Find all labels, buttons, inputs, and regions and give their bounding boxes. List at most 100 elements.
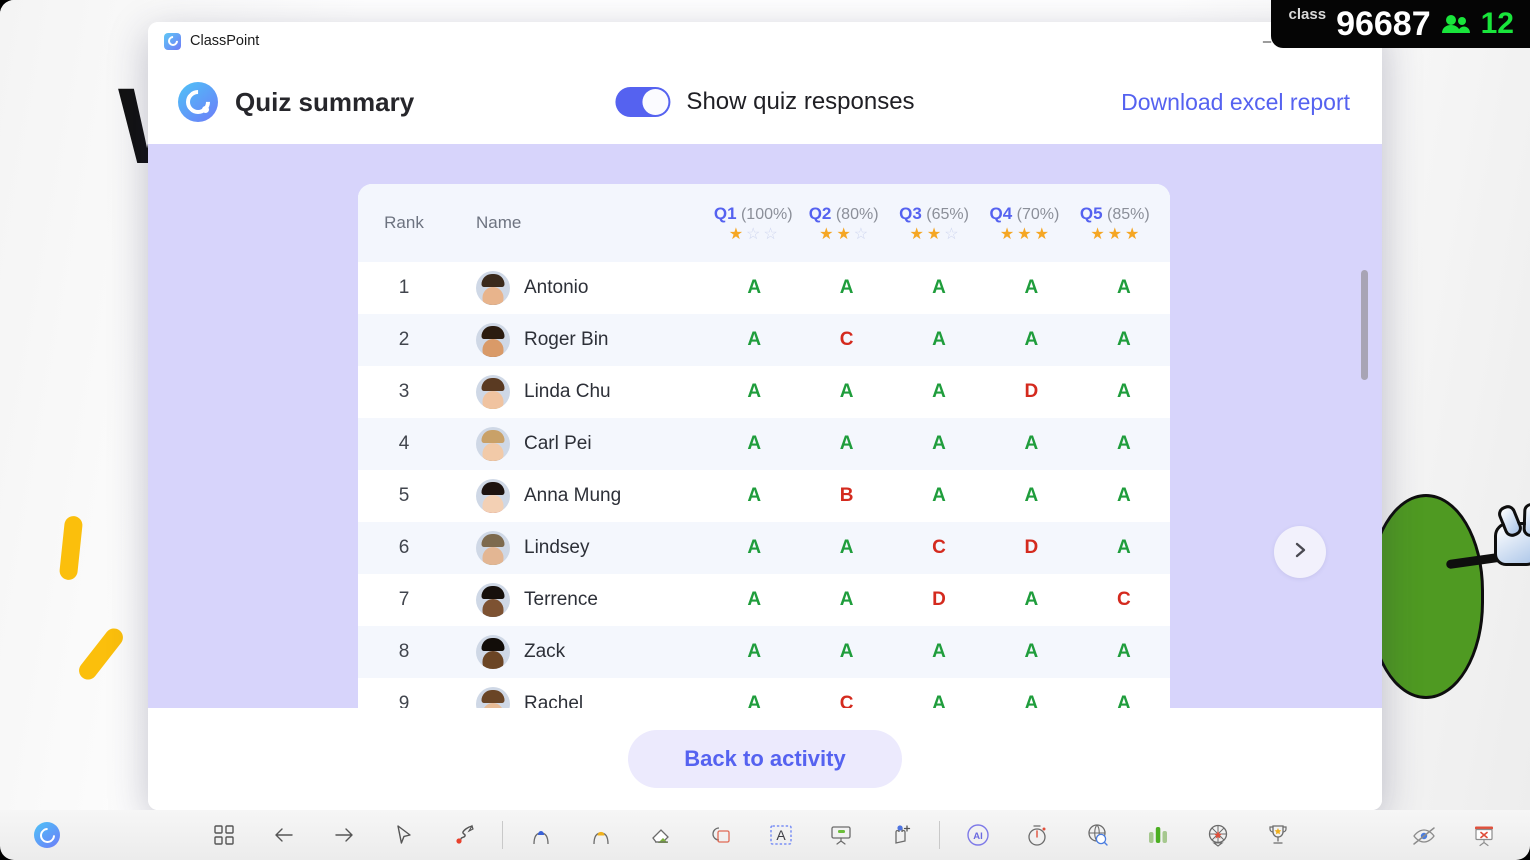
drag-add-icon[interactable] [871,810,931,860]
toolbar-main-group: A AI [194,810,1308,860]
window-titlebar: ClassPoint – □ ✕ [148,22,1382,60]
star-filled-icon: ★ [819,227,833,243]
arrow-left-icon[interactable] [254,810,314,860]
question-percent: (100%) [737,206,793,223]
chevron-right-icon [1290,540,1310,565]
star-empty-icon: ☆ [763,227,777,243]
answer-cell: A [1078,329,1170,351]
bar-chart-icon[interactable] [1128,810,1188,860]
cursor-pointer-icon[interactable] [374,810,434,860]
browser-search-icon[interactable] [1068,810,1128,860]
answer-cell: A [708,485,800,507]
answer-cell: A [1078,433,1170,455]
table-row: 7TerrenceAADAC [358,574,1170,626]
answer-cell: A [893,641,985,663]
back-to-activity-button[interactable]: Back to activity [628,730,901,788]
next-page-button[interactable] [1274,526,1326,578]
arrow-right-icon[interactable] [314,810,374,860]
timer-icon[interactable] [1008,810,1068,860]
star-filled-icon: ★ [836,227,850,243]
spinner-wheel-icon[interactable] [1188,810,1248,860]
avatar [476,583,510,617]
text-box-icon[interactable]: A [751,810,811,860]
rank-value: 5 [358,485,450,507]
rank-value: 3 [358,381,450,403]
table-row: 1AntonioAAAAA [358,262,1170,314]
answer-cell: A [800,537,892,559]
answer-cell: D [893,589,985,611]
table-body: 1AntonioAAAAA2Roger BinACAAA3Linda ChuAA… [358,262,1170,708]
laser-pointer-icon[interactable] [434,810,494,860]
answer-cell: A [1078,277,1170,299]
star-filled-icon: ★ [1035,227,1049,243]
grid-slides-icon[interactable] [194,810,254,860]
participant-name: Rachel [524,693,583,708]
participant-name: Lindsey [524,537,590,559]
svg-text:AI: AI [973,831,983,842]
difficulty-stars: ★★★ [1090,227,1139,243]
download-excel-report-link[interactable]: Download excel report [1121,89,1350,116]
table-row: 5Anna MungABAAA [358,470,1170,522]
question-label: Q4 (70%) [990,204,1060,224]
question-percent: (85%) [1103,206,1150,223]
shapes-icon[interactable] [691,810,751,860]
avatar [476,375,510,409]
question-label: Q5 (85%) [1080,204,1150,224]
avatar [476,635,510,669]
column-header-q5: Q5 (85%) ★★★ [1070,204,1160,243]
page-title: Quiz summary [235,87,414,118]
avatar [476,427,510,461]
answer-cell: A [800,381,892,403]
question-id: Q1 [714,204,737,223]
answer-cell: A [893,381,985,403]
people-icon [1441,13,1471,35]
pen-blue-icon[interactable] [511,810,571,860]
answer-cell: A [893,485,985,507]
show-quiz-responses-toggle[interactable] [615,87,670,117]
avatar [476,687,510,708]
avatar [476,271,510,305]
answer-cell: A [800,589,892,611]
participant-cell: Carl Pei [450,427,708,461]
column-header-q3: Q3 (65%)★★☆ [889,204,979,243]
question-id: Q5 [1080,204,1103,223]
table-row: 6LindseyAACDA [358,522,1170,574]
rank-value: 9 [358,693,450,708]
column-header-q1: Q1 (100%)★☆☆ [708,204,798,243]
character-hand-icon [1494,522,1530,566]
class-code-value: 96687 [1336,7,1431,41]
class-code-badge[interactable]: class 96687 12 [1271,0,1530,48]
star-empty-icon: ☆ [854,227,868,243]
participant-cell: Zack [450,635,708,669]
column-header-name: Name [450,213,708,233]
column-header-q4: Q4 (70%)★★★ [979,204,1069,243]
star-empty-icon: ☆ [944,227,958,243]
question-id: Q3 [899,204,922,223]
difficulty-stars: ★★☆ [819,227,868,243]
question-percent: (65%) [922,206,969,223]
trophy-icon[interactable] [1248,810,1308,860]
window-title: ClassPoint [190,33,259,49]
ai-icon[interactable]: AI [948,810,1008,860]
question-id: Q4 [990,204,1013,223]
vertical-scrollbar[interactable] [1361,270,1368,380]
participant-count: 12 [1481,9,1514,39]
answer-cell: A [708,433,800,455]
highlighter-yellow-icon[interactable] [571,810,631,860]
whiteboard-icon[interactable] [811,810,871,860]
answer-cell: A [985,485,1077,507]
question-percent: (70%) [1012,206,1059,223]
answer-cell: A [985,641,1077,663]
classpoint-logo-icon[interactable] [34,822,60,848]
eraser-icon[interactable] [631,810,691,860]
participant-cell: Roger Bin [450,323,708,357]
table-row: 3Linda ChuAAADA [358,366,1170,418]
rank-value: 1 [358,277,450,299]
exit-presentation-icon[interactable] [1454,810,1514,860]
eye-off-icon[interactable] [1394,810,1454,860]
quiz-summary-footer: Back to activity [148,708,1382,810]
answer-cell: A [985,277,1077,299]
answer-cell: A [1078,693,1170,708]
participant-name: Anna Mung [524,485,621,507]
toggle-label: Show quiz responses [686,88,914,116]
